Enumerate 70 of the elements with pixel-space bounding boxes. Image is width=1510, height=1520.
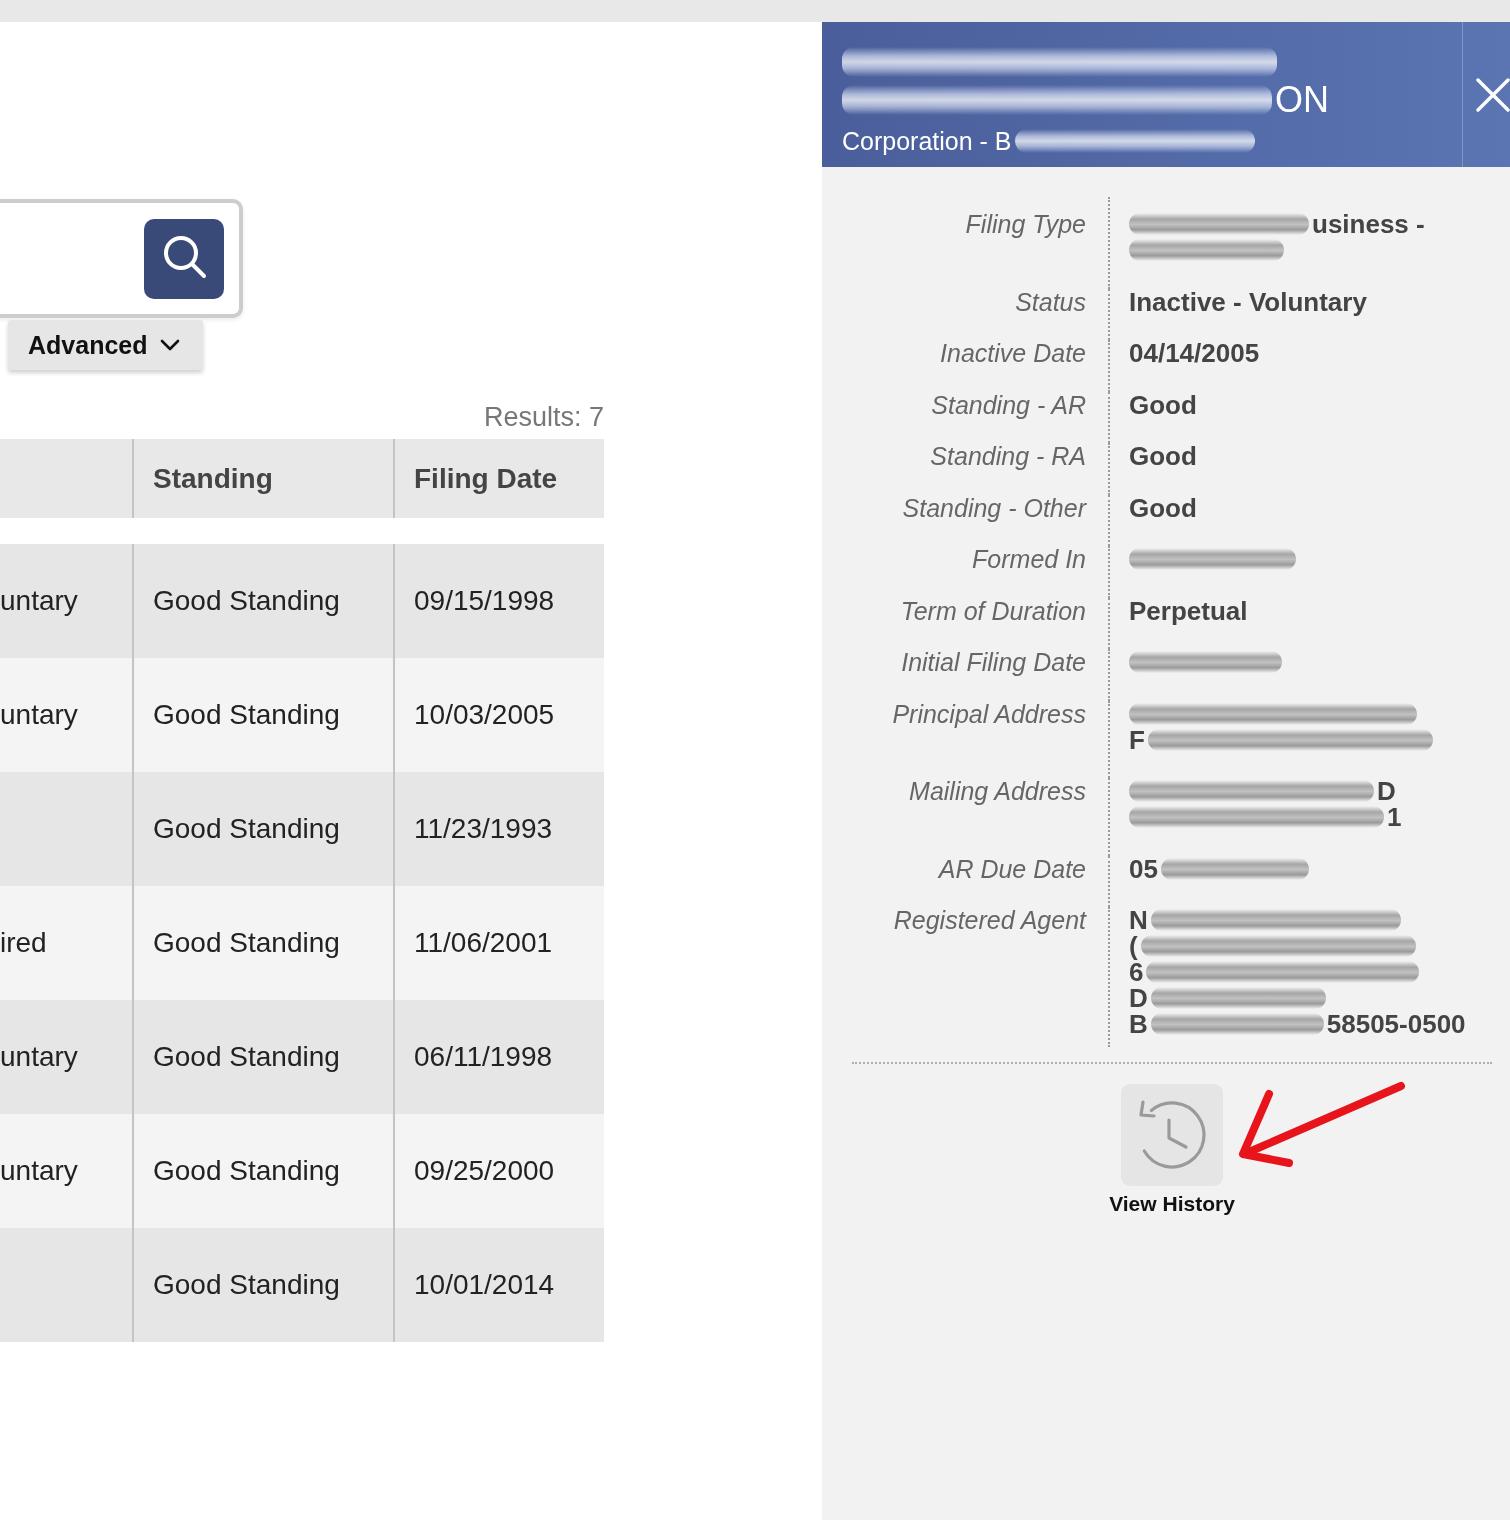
field-value: Good [1129, 391, 1197, 418]
table-cell: 06/11/1998 [414, 1041, 553, 1073]
results-count: Results: 7 [483, 402, 604, 432]
field-value: 05 [1129, 855, 1158, 882]
search-icon [163, 235, 207, 279]
field-label: Standing - Other [902, 493, 1086, 522]
panel-subtitle: Corporation - B [842, 126, 1012, 156]
table-cell: untary [0, 1041, 78, 1073]
table-cell: 11/06/2001 [414, 927, 553, 959]
field-label: Inactive Date [940, 339, 1086, 367]
table-cell: Good Standing [153, 1155, 340, 1187]
history-icon [1121, 1084, 1223, 1186]
table-cell: untary [0, 585, 78, 617]
table-row[interactable]: untary Good Standing 09/25/2000 [0, 1114, 604, 1228]
field-label: Status [1015, 287, 1086, 316]
field-value: 04/14/2005 [1129, 340, 1260, 366]
field-label: Filing Type [965, 210, 1086, 238]
field-value: Good [1129, 494, 1197, 521]
chevron-down-icon [160, 339, 181, 351]
field-value: 58505-0500 [1326, 1011, 1466, 1037]
panel-title: ON [1275, 79, 1329, 121]
field-value: usiness - [1312, 211, 1425, 237]
field-label: Standing - AR [931, 390, 1086, 419]
field-value: F [1129, 726, 1145, 753]
table-cell: 11/23/1993 [414, 813, 553, 845]
table-cell: 10/01/2014 [414, 1269, 555, 1301]
table-row[interactable]: Good Standing 11/23/1993 [0, 772, 604, 886]
table-cell: Good Standing [153, 927, 340, 959]
field-value: Perpetual [1129, 597, 1248, 624]
close-button[interactable] [1462, 22, 1510, 167]
field-label: Mailing Address [909, 777, 1086, 805]
table-row[interactable]: Good Standing 10/01/2014 [0, 1228, 604, 1342]
field-label: Standing - RA [930, 442, 1086, 470]
field-label: Principal Address [892, 699, 1086, 728]
field-label: Term of Duration [900, 596, 1086, 625]
field-label: Formed In [972, 545, 1086, 573]
column-header[interactable]: Filing Date [414, 462, 558, 495]
field-value: D [1129, 985, 1148, 1011]
column-header[interactable]: Standing [153, 462, 273, 495]
table-cell: Good Standing [153, 1041, 340, 1073]
field-label: Registered Agent [893, 906, 1086, 934]
table-cell: Good Standing [153, 699, 340, 731]
field-value: Good [1129, 443, 1197, 469]
field-value: 6 [1129, 959, 1144, 985]
advanced-button[interactable]: Advanced [8, 320, 203, 370]
table-row[interactable]: untary Good Standing 06/11/1998 [0, 1000, 604, 1114]
table-cell: Good Standing [153, 1269, 340, 1301]
search-field[interactable] [0, 199, 243, 318]
field-label: AR Due Date [938, 854, 1086, 883]
table-cell: 09/15/1998 [414, 585, 555, 617]
field-value: Inactive - Voluntary [1129, 288, 1367, 315]
table-cell: Good Standing [153, 585, 340, 617]
close-icon [1476, 77, 1510, 112]
field-value: ( [1129, 933, 1138, 959]
field-value: B [1129, 1011, 1148, 1037]
table-row[interactable]: ired Good Standing 11/06/2001 [0, 886, 604, 1000]
table-cell: 09/25/2000 [414, 1155, 555, 1187]
field-value: D [1377, 778, 1396, 804]
table-row[interactable]: untary Good Standing 09/15/1998 [0, 544, 604, 658]
table-row[interactable]: untary Good Standing 10/03/2005 [0, 658, 604, 772]
table-cell: untary [0, 699, 78, 731]
table-cell: 10/03/2005 [414, 699, 555, 731]
table-cell: ired [0, 927, 47, 959]
field-label: Initial Filing Date [901, 648, 1086, 676]
field-value: N [1129, 907, 1148, 933]
table-cell: Good Standing [153, 813, 340, 845]
search-button[interactable] [144, 219, 224, 299]
table-cell: untary [0, 1155, 78, 1187]
view-history-button[interactable]: View History [1109, 1084, 1235, 1216]
field-value: 1 [1387, 804, 1402, 830]
